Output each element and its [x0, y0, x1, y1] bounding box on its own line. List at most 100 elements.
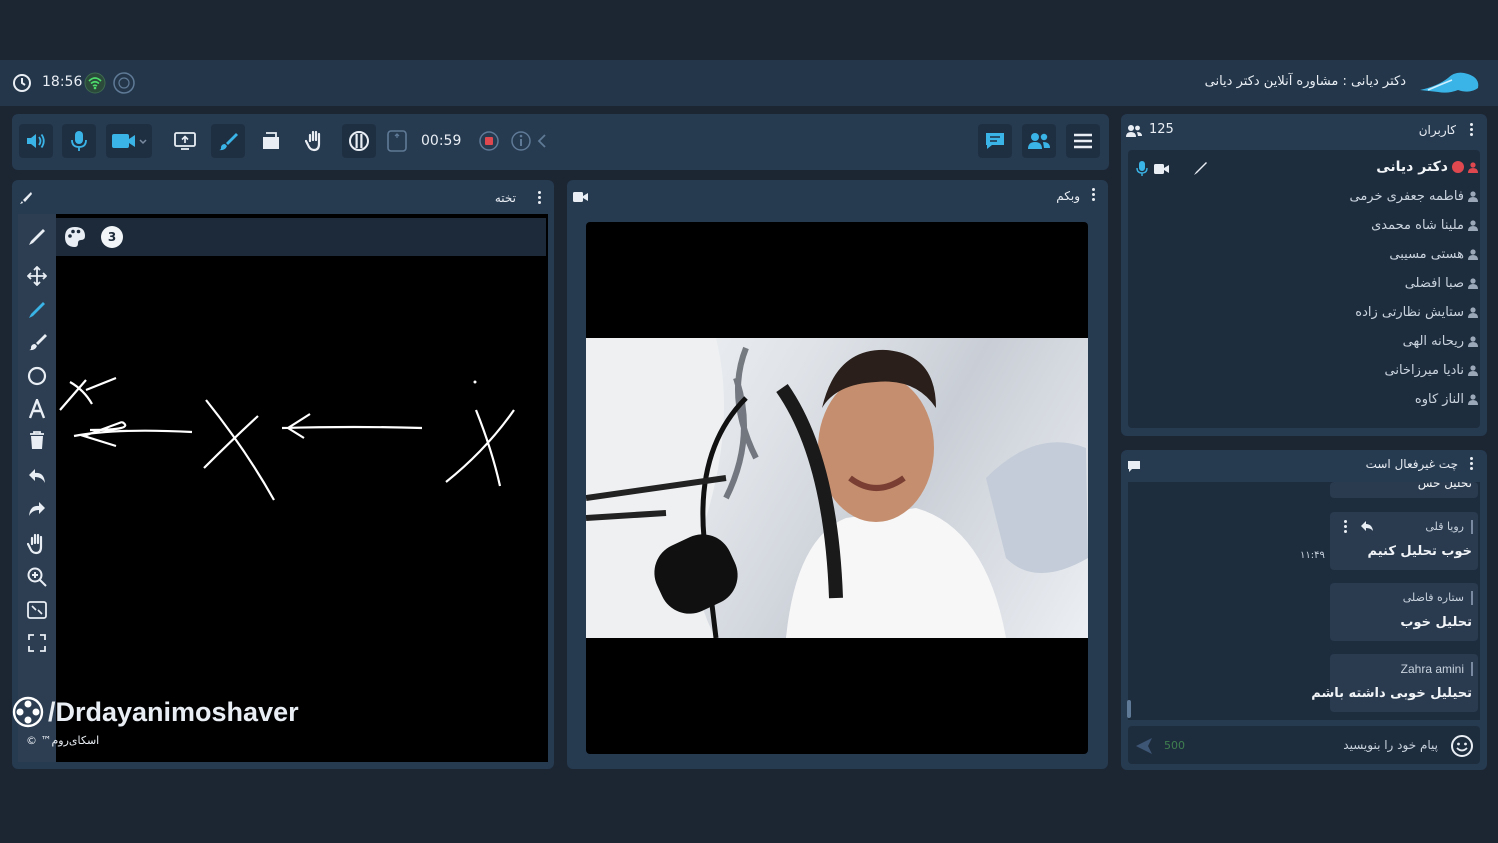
move-tool[interactable] — [26, 265, 48, 287]
user-name: ستایش نظارتی زاده — [1355, 305, 1464, 320]
user-name: ریحانه الهی — [1402, 334, 1464, 349]
user-draw-permission-icon[interactable] — [1192, 161, 1208, 177]
chat-icon — [986, 133, 1004, 149]
users-menu-button[interactable] — [1470, 123, 1474, 137]
user-icon — [1468, 365, 1478, 376]
pan-tool[interactable] — [26, 533, 48, 555]
pencil-tool[interactable] — [26, 226, 48, 248]
chat-toggle-button[interactable] — [978, 124, 1012, 158]
page-number-badge[interactable]: 3 — [101, 226, 123, 248]
message-input[interactable]: پیام خود را بنویسید — [1343, 738, 1438, 752]
chat-message[interactable]: رویا قلی خوب تحلیل کنیم — [1330, 512, 1478, 570]
logo-icon — [1420, 72, 1479, 93]
redo-icon — [29, 502, 45, 516]
message-accent-bar — [1471, 591, 1473, 605]
user-name: الناز کاوه — [1414, 392, 1464, 407]
speaker-button[interactable] — [19, 124, 53, 158]
message-time: ۱۱:۴۹ — [1300, 550, 1325, 561]
chat-status-title: چت غیرفعال است — [1365, 457, 1458, 471]
microphone-button[interactable] — [62, 124, 96, 158]
record-button[interactable] — [472, 124, 506, 158]
message-menu-button[interactable] — [1344, 520, 1348, 534]
webcam-title: وبکم — [1056, 189, 1080, 203]
chevron-left-icon — [537, 134, 546, 148]
zoom-tool[interactable] — [26, 566, 48, 588]
session-timer: 00:59 — [421, 133, 462, 149]
whiteboard-options-bar: 3 — [56, 218, 546, 256]
users-toggle-button[interactable] — [1022, 124, 1056, 158]
brush-tool[interactable] — [26, 331, 48, 353]
chat-message[interactable]: ستاره فاضلی تحلیل خوب — [1330, 583, 1478, 641]
emoji-icon[interactable] — [1450, 734, 1474, 758]
connection-icon[interactable] — [84, 72, 106, 94]
fullscreen-tool[interactable] — [26, 632, 48, 654]
chat-message[interactable]: Zahra amini تحیلیل خوبی داشته باشم — [1311, 654, 1478, 712]
delete-tool[interactable] — [26, 429, 48, 451]
user-row[interactable]: ملینا شاه محمدی — [1371, 218, 1478, 233]
palette-icon[interactable] — [64, 226, 86, 248]
char-counter: 500 — [1164, 739, 1185, 752]
user-row[interactable]: الناز کاوه — [1415, 392, 1478, 407]
fit-screen-icon — [27, 601, 47, 619]
screen-share-icon — [174, 132, 196, 150]
collapse-toolbar-button[interactable] — [532, 124, 552, 158]
whiteboard-title: تخته — [494, 191, 516, 205]
whiteboard-button[interactable] — [211, 124, 245, 158]
whiteboard-menu-button[interactable] — [538, 191, 542, 205]
film-reel-icon — [12, 696, 44, 728]
export-button[interactable] — [380, 124, 414, 158]
microphone-icon — [71, 131, 87, 151]
user-row[interactable]: صبا افضلی — [1405, 276, 1478, 291]
video-feed — [586, 338, 1088, 638]
text-tool[interactable] — [26, 398, 48, 420]
paintbrush-icon — [29, 334, 47, 351]
record-icon — [479, 131, 499, 151]
chat-small-icon — [1128, 461, 1140, 472]
brush-icon — [219, 133, 238, 151]
user-icon — [1468, 220, 1478, 231]
text-icon — [28, 399, 46, 419]
language-icon[interactable] — [113, 72, 135, 94]
user-row[interactable]: دکتر دیانی — [1376, 159, 1478, 175]
files-button[interactable] — [254, 124, 288, 158]
send-icon[interactable] — [1134, 736, 1154, 756]
layout-button[interactable] — [342, 124, 376, 158]
user-icon — [1468, 278, 1478, 289]
top-bar: 18:56 دکتر دیانی : مشاوره آنلاین دکتر دی… — [0, 60, 1498, 106]
user-row[interactable]: ریحانه الهی — [1403, 334, 1478, 349]
message-sender: رویا قلی — [1425, 520, 1464, 533]
user-row[interactable]: هستی مسیبی — [1389, 247, 1478, 262]
message-text: تحلیل خش — [1417, 482, 1472, 490]
share-screen-button[interactable] — [168, 124, 202, 158]
raise-hand-button[interactable] — [298, 124, 332, 158]
redo-tool[interactable] — [26, 498, 48, 520]
reply-icon[interactable] — [1360, 520, 1374, 532]
trash-icon — [30, 431, 44, 449]
fit-tool[interactable] — [26, 599, 48, 621]
message-text: تحلیل خوب — [1400, 615, 1472, 630]
chat-message[interactable]: تحلیل خش — [1330, 482, 1478, 498]
hand-pan-icon — [27, 533, 43, 555]
main-toolbar: 00:59 — [12, 114, 1109, 170]
user-mic-icon[interactable] — [1136, 161, 1148, 177]
user-camera-icon[interactable] — [1154, 163, 1170, 175]
chat-menu-button[interactable] — [1470, 457, 1474, 471]
user-row[interactable]: ستایش نظارتی زاده — [1355, 305, 1478, 320]
brand-watermark: اسکای‌روم™ © — [26, 734, 100, 747]
user-row[interactable]: نادیا میرزاخانی — [1385, 363, 1478, 378]
circle-tool[interactable] — [26, 365, 48, 387]
whiteboard-toolbar — [18, 214, 56, 762]
webcam-menu-button[interactable] — [1092, 188, 1096, 202]
pen-tool[interactable] — [26, 299, 48, 321]
pencil-icon — [29, 229, 45, 245]
user-row[interactable]: فاطمه جعفری خرمی — [1349, 189, 1478, 204]
camera-button[interactable] — [106, 124, 152, 158]
chat-scrollbar[interactable] — [1127, 700, 1131, 718]
user-name: نادیا میرزاخانی — [1384, 363, 1464, 378]
undo-tool[interactable] — [26, 465, 48, 487]
fullscreen-icon — [28, 634, 46, 652]
menu-button[interactable] — [1066, 124, 1100, 158]
circle-icon — [27, 366, 47, 386]
host-user-icon — [1468, 161, 1478, 173]
user-icon — [1468, 191, 1478, 202]
